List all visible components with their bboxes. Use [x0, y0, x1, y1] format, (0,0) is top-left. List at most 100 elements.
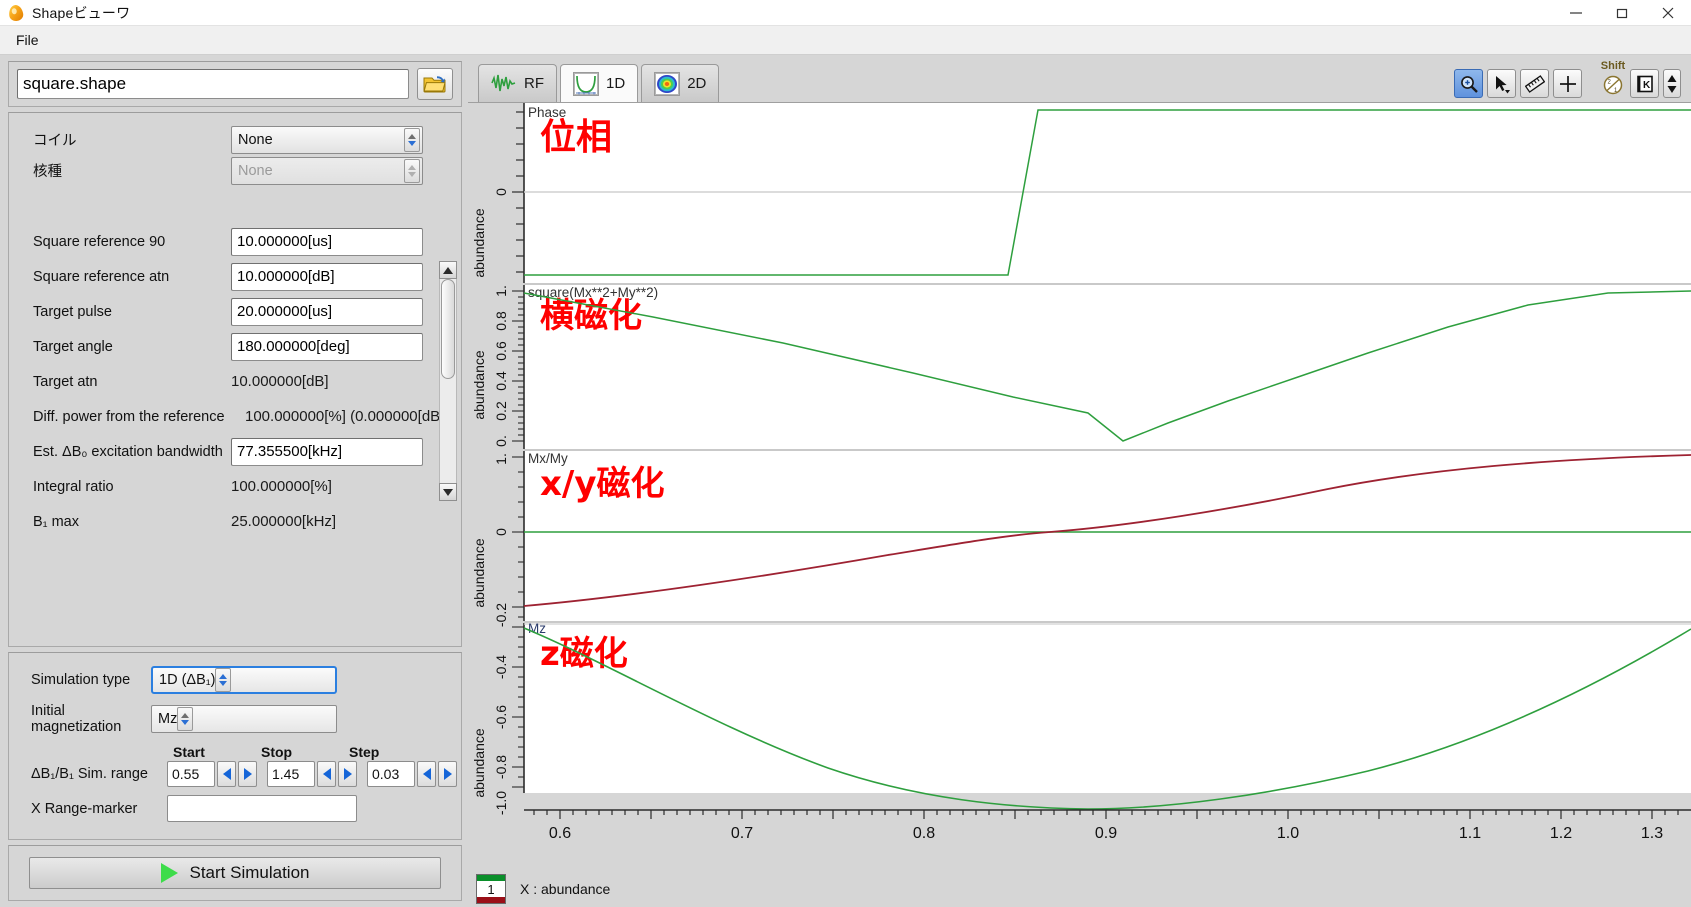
x-range-marker-row: X Range-marker: [9, 795, 461, 822]
magnifier-plus-icon[interactable]: [1454, 69, 1483, 98]
right-panel: RF 1D: [468, 55, 1691, 907]
b1-max-value: 25.000000[kHz]: [231, 513, 336, 530]
close-button[interactable]: [1645, 0, 1691, 26]
maximize-button[interactable]: [1599, 0, 1645, 26]
xtick-5: 1.1: [1459, 825, 1481, 842]
parameters-scrollbar[interactable]: [439, 261, 457, 501]
range-stop-decrement[interactable]: [317, 761, 336, 787]
mz-ytick-2: -0.6: [493, 705, 509, 729]
open-folder-icon[interactable]: [417, 68, 453, 100]
plot-toolbar: Shift 2 1 K: [1454, 61, 1681, 98]
sim-range-row: ΔB₁/B₁ Sim. range 0.55 1.45 0.03: [9, 761, 461, 787]
transverse-annotation: 横磁化: [540, 296, 642, 336]
left-panel: square.shape コイル None: [0, 55, 468, 907]
shape-file-input[interactable]: square.shape: [17, 69, 409, 99]
excitation-bandwidth-input[interactable]: 77.355500[kHz]: [231, 438, 423, 466]
param-label: B₁ max: [33, 514, 231, 530]
param-row-integral-ratio: Integral ratio 100.000000[%]: [9, 474, 461, 499]
spinner-icon[interactable]: [215, 668, 231, 692]
simulation-type-value: 1D (ΔB₁): [159, 672, 215, 688]
param-label: Diff. power from the reference: [33, 409, 245, 425]
x-range-marker-input[interactable]: [167, 795, 357, 822]
mxmy-annotation: x/y磁化: [540, 464, 665, 504]
crosshair-plus-icon[interactable]: [1553, 69, 1582, 98]
initial-magnetization-label: Initial magnetization: [31, 703, 151, 735]
range-start-decrement[interactable]: [217, 761, 236, 787]
page-top-color-bar: [477, 875, 505, 881]
scrollbar-thumb[interactable]: [441, 279, 455, 379]
mxmy-ytick-2: 0: [493, 528, 509, 536]
minimize-button[interactable]: [1553, 0, 1599, 26]
transverse-ytick-6: 0.: [493, 435, 509, 447]
param-label: Square reference atn: [33, 269, 231, 285]
col-header-stop: Stop: [261, 744, 349, 760]
transverse-ytick-4: 0.4: [493, 371, 509, 391]
integral-ratio-value: 100.000000[%]: [231, 478, 332, 495]
spinner-icon[interactable]: [404, 128, 420, 152]
scroll-up-button[interactable]: [439, 261, 457, 279]
param-label: Square reference 90: [33, 234, 231, 250]
transverse-ytick-1: 1.: [493, 285, 509, 297]
mxmy-yaxis-label: abundance: [471, 538, 487, 608]
simulation-plot[interactable]: 0 abundance Phase 位相: [468, 103, 1691, 907]
xtick-4: 1.0: [1277, 825, 1299, 842]
sim-range-label: ΔB₁/B₁ Sim. range: [31, 766, 167, 782]
tab-rf-label: RF: [524, 75, 544, 92]
param-label: Target angle: [33, 339, 231, 355]
square-reference-90-input[interactable]: 10.000000[us]: [231, 228, 423, 256]
param-row-diff-power: Diff. power from the reference 100.00000…: [9, 404, 461, 429]
target-angle-input[interactable]: 180.000000[deg]: [231, 333, 423, 361]
initial-magnetization-combo[interactable]: Mz: [151, 705, 337, 733]
scroll-down-button[interactable]: [439, 483, 457, 501]
k-box-icon[interactable]: K: [1630, 69, 1659, 98]
range-step-decrement[interactable]: [417, 761, 436, 787]
range-start-increment[interactable]: [238, 761, 257, 787]
start-simulation-button[interactable]: Start Simulation: [29, 857, 441, 889]
tab-1d[interactable]: 1D: [560, 64, 638, 102]
col-header-step: Step: [349, 744, 437, 760]
svg-text:K: K: [1643, 80, 1651, 91]
param-row-square-ref-atn: Square reference atn 10.000000[dB]: [9, 264, 461, 289]
range-step-input[interactable]: 0.03: [367, 761, 415, 787]
tab-rf[interactable]: RF: [478, 64, 557, 102]
shift-phase-icon[interactable]: 2 1: [1600, 72, 1626, 98]
mz-annotation: z磁化: [540, 634, 628, 674]
transverse-ytick-2: 0.8: [493, 311, 509, 331]
diff-power-value: 100.000000[%] (0.000000[dB]): [245, 408, 449, 425]
spinner-icon[interactable]: [177, 707, 193, 731]
rf-waveform-icon: [491, 72, 517, 96]
simulation-group: Simulation type 1D (ΔB₁) Initial magneti…: [8, 652, 462, 840]
mz-yaxis-label: abundance: [471, 728, 487, 798]
page-indicator[interactable]: 1: [476, 874, 506, 904]
param-row-nucleus: 核種 None: [9, 158, 461, 183]
range-stop-increment[interactable]: [338, 761, 357, 787]
stack-spinner-icon[interactable]: [1663, 69, 1681, 98]
simulation-type-combo[interactable]: 1D (ΔB₁): [151, 666, 337, 694]
xtick-1: 0.7: [731, 825, 753, 842]
xtick-2: 0.8: [913, 825, 935, 842]
param-row-bandwidth: Est. ΔB₀ excitation bandwidth 77.355500[…: [9, 439, 461, 464]
range-stop-input[interactable]: 1.45: [267, 761, 315, 787]
scrollbar-track[interactable]: [439, 279, 457, 483]
param-label: Est. ΔB₀ excitation bandwidth: [33, 444, 231, 460]
page-number: 1: [487, 882, 494, 897]
cursor-arrow-icon[interactable]: [1487, 69, 1516, 98]
range-start-input[interactable]: 0.55: [167, 761, 215, 787]
param-row-target-angle: Target angle 180.000000[deg]: [9, 334, 461, 359]
initial-magnetization-value: Mz: [158, 711, 177, 727]
window-controls: [1553, 0, 1691, 26]
menu-item-file[interactable]: File: [6, 30, 49, 50]
view-tabbar: RF 1D: [468, 55, 1691, 103]
nucleus-combo[interactable]: None: [231, 157, 423, 185]
tab-2d[interactable]: 2D: [641, 64, 719, 102]
plot-area[interactable]: 0 abundance Phase 位相: [468, 103, 1691, 907]
coil-combo[interactable]: None: [231, 126, 423, 154]
range-step-increment[interactable]: [438, 761, 457, 787]
target-pulse-input[interactable]: 20.000000[us]: [231, 298, 423, 326]
x-range-marker-label: X Range-marker: [31, 801, 167, 817]
square-reference-atn-input[interactable]: 10.000000[dB]: [231, 263, 423, 291]
col-header-start: Start: [173, 744, 261, 760]
window-titlebar: Shapeビューワ: [0, 0, 1691, 26]
ruler-icon[interactable]: [1520, 69, 1549, 98]
phase-ytick-0: 0: [493, 188, 509, 196]
